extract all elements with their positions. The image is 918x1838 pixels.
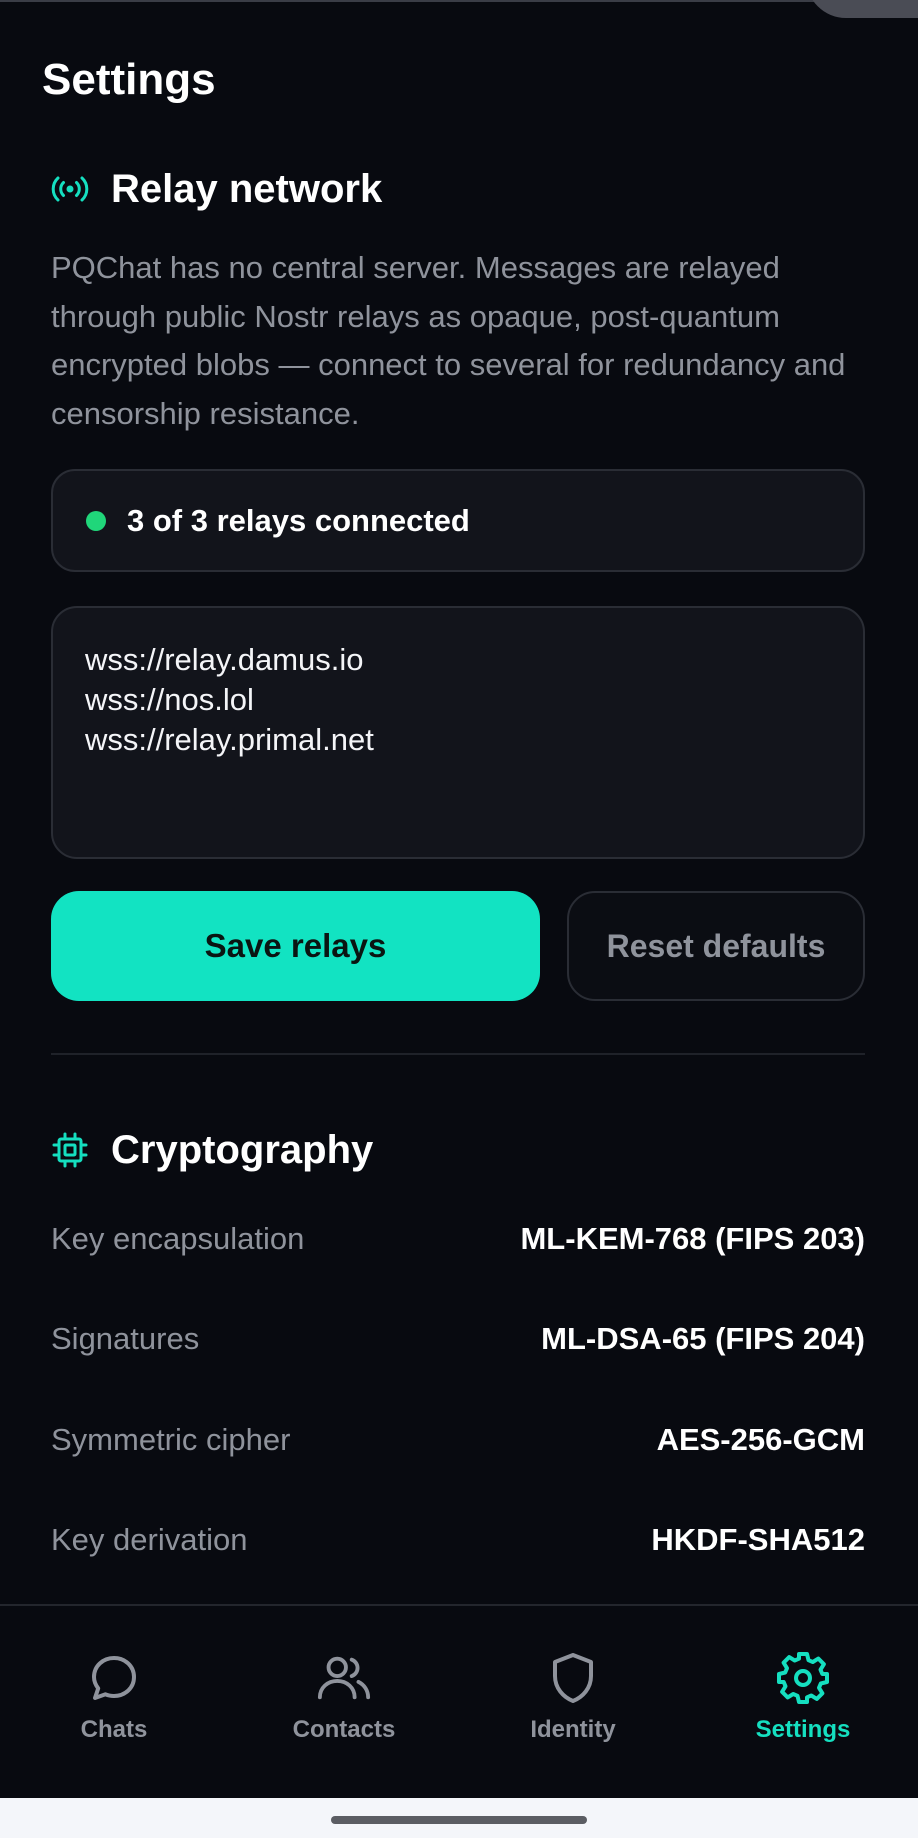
crypto-value: ML-KEM-768 (FIPS 203) [520, 1221, 865, 1256]
home-gesture-bar[interactable] [331, 1816, 587, 1824]
crypto-row: Symmetric cipher AES-256-GCM [51, 1415, 865, 1465]
crypto-key: Symmetric cipher [51, 1422, 291, 1457]
people-icon [316, 1650, 372, 1706]
crypto-key: Key derivation [51, 1522, 248, 1557]
nav-item-settings[interactable]: Settings [703, 1650, 903, 1760]
crypto-section-header: Cryptography [51, 1126, 373, 1174]
nav-item-chats[interactable]: Chats [14, 1650, 214, 1760]
chip-icon [51, 1131, 89, 1169]
save-relays-button[interactable]: Save relays [51, 891, 540, 1001]
status-bar-edge [0, 0, 918, 2]
reset-defaults-button[interactable]: Reset defaults [567, 891, 865, 1001]
relay-url: wss://nos.lol [85, 682, 254, 717]
gear-icon [775, 1650, 831, 1706]
nav-label: Identity [530, 1716, 616, 1743]
shield-icon [545, 1650, 601, 1706]
page-title: Settings [42, 55, 216, 104]
relay-section-title: Relay network [111, 167, 383, 211]
nav-label: Chats [80, 1716, 148, 1743]
bottom-nav: Chats Contacts Identity Settings [0, 1604, 918, 1798]
relay-description: PQChat has no central server. Messages a… [51, 250, 846, 431]
nav-label: Contacts [292, 1716, 396, 1743]
relay-section-header: Relay network [51, 165, 382, 213]
nav-item-contacts[interactable]: Contacts [244, 1650, 444, 1760]
crypto-value: AES-256-GCM [656, 1422, 865, 1457]
relay-url: wss://relay.primal.net [85, 722, 374, 757]
crypto-section-title: Cryptography [111, 1128, 374, 1172]
relay-list-input[interactable]: wss://relay.damus.io wss://nos.lol wss:/… [51, 606, 865, 859]
chat-bubble-icon [86, 1650, 142, 1706]
crypto-row: Signatures ML-DSA-65 (FIPS 204) [51, 1314, 865, 1364]
system-gesture-area [0, 1798, 918, 1838]
relay-url: wss://relay.damus.io [85, 642, 364, 677]
broadcast-icon [51, 170, 89, 208]
crypto-key: Signatures [51, 1321, 200, 1356]
overlay-corner [806, 0, 918, 18]
relay-status-text: 3 of 3 relays connected [127, 502, 470, 538]
crypto-value: ML-DSA-65 (FIPS 204) [541, 1321, 865, 1356]
crypto-value: HKDF-SHA512 [651, 1522, 865, 1557]
nav-label: Settings [755, 1716, 851, 1743]
relay-status-card: 3 of 3 relays connected [51, 469, 865, 572]
crypto-row: Key derivation HKDF-SHA512 [51, 1515, 865, 1565]
status-indicator-dot [86, 510, 106, 531]
section-divider [51, 1053, 865, 1055]
crypto-row: Key encapsulation ML-KEM-768 (FIPS 203) [51, 1214, 865, 1264]
nav-item-identity[interactable]: Identity [473, 1650, 673, 1760]
crypto-key: Key encapsulation [51, 1221, 305, 1256]
